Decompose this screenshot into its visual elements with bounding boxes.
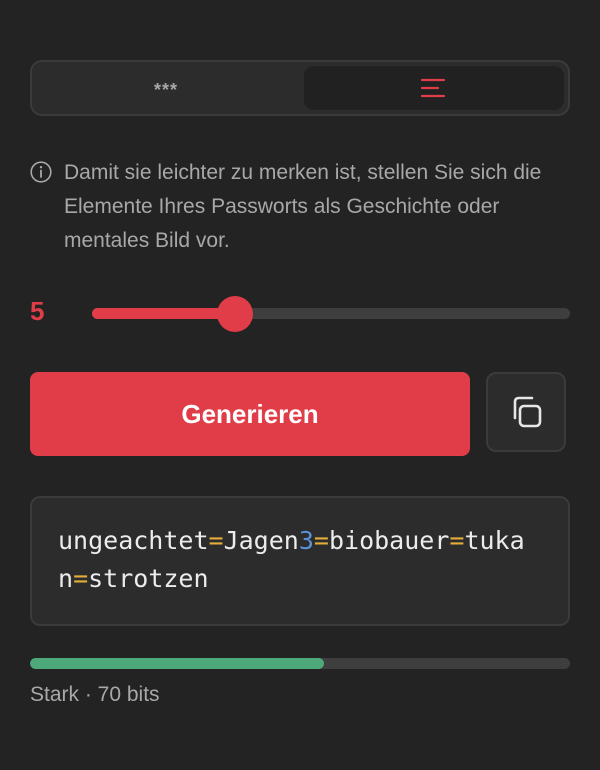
- info-circle-icon: [30, 161, 52, 183]
- word-count-value: 5: [30, 296, 45, 326]
- text-lines-icon: [421, 78, 446, 98]
- password-token-sep: =: [449, 526, 465, 555]
- password-token-sep: =: [73, 564, 89, 593]
- password-token-word: biobauer: [328, 526, 450, 555]
- strength-label: Stark · 70 bits: [30, 683, 160, 706]
- slider-thumb[interactable]: [217, 296, 254, 332]
- password-token-word: Jagen: [223, 526, 299, 555]
- tab-random-characters-label: ***: [153, 79, 178, 100]
- password-token-num: 3: [298, 526, 314, 555]
- strength-fill: [30, 658, 325, 669]
- strength-meter: [30, 658, 570, 669]
- password-token-word: ungeachtet: [58, 526, 209, 555]
- tab-random-characters[interactable]: ***: [36, 66, 296, 110]
- copy-icon: [513, 396, 542, 428]
- password-token-word: strotzen: [88, 564, 209, 593]
- word-count-slider[interactable]: [92, 296, 570, 332]
- info-hint: Damit sie leichter zu merken ist, stelle…: [30, 156, 570, 258]
- generate-button[interactable]: Generieren: [30, 372, 470, 456]
- mode-toggle: ***: [30, 60, 570, 116]
- password-output[interactable]: ungeachtet=Jagen3=biobauer=tukan=strotze…: [30, 496, 570, 626]
- password-text: ungeachtet=Jagen3=biobauer=tukan=strotze…: [58, 522, 538, 598]
- copy-button[interactable]: [486, 372, 566, 452]
- slider-fill: [92, 308, 236, 319]
- tab-memorable-words[interactable]: [304, 66, 564, 110]
- info-text: Damit sie leichter zu merken ist, stelle…: [64, 161, 542, 252]
- password-token-sep: =: [208, 526, 224, 555]
- password-token-sep: =: [313, 526, 329, 555]
